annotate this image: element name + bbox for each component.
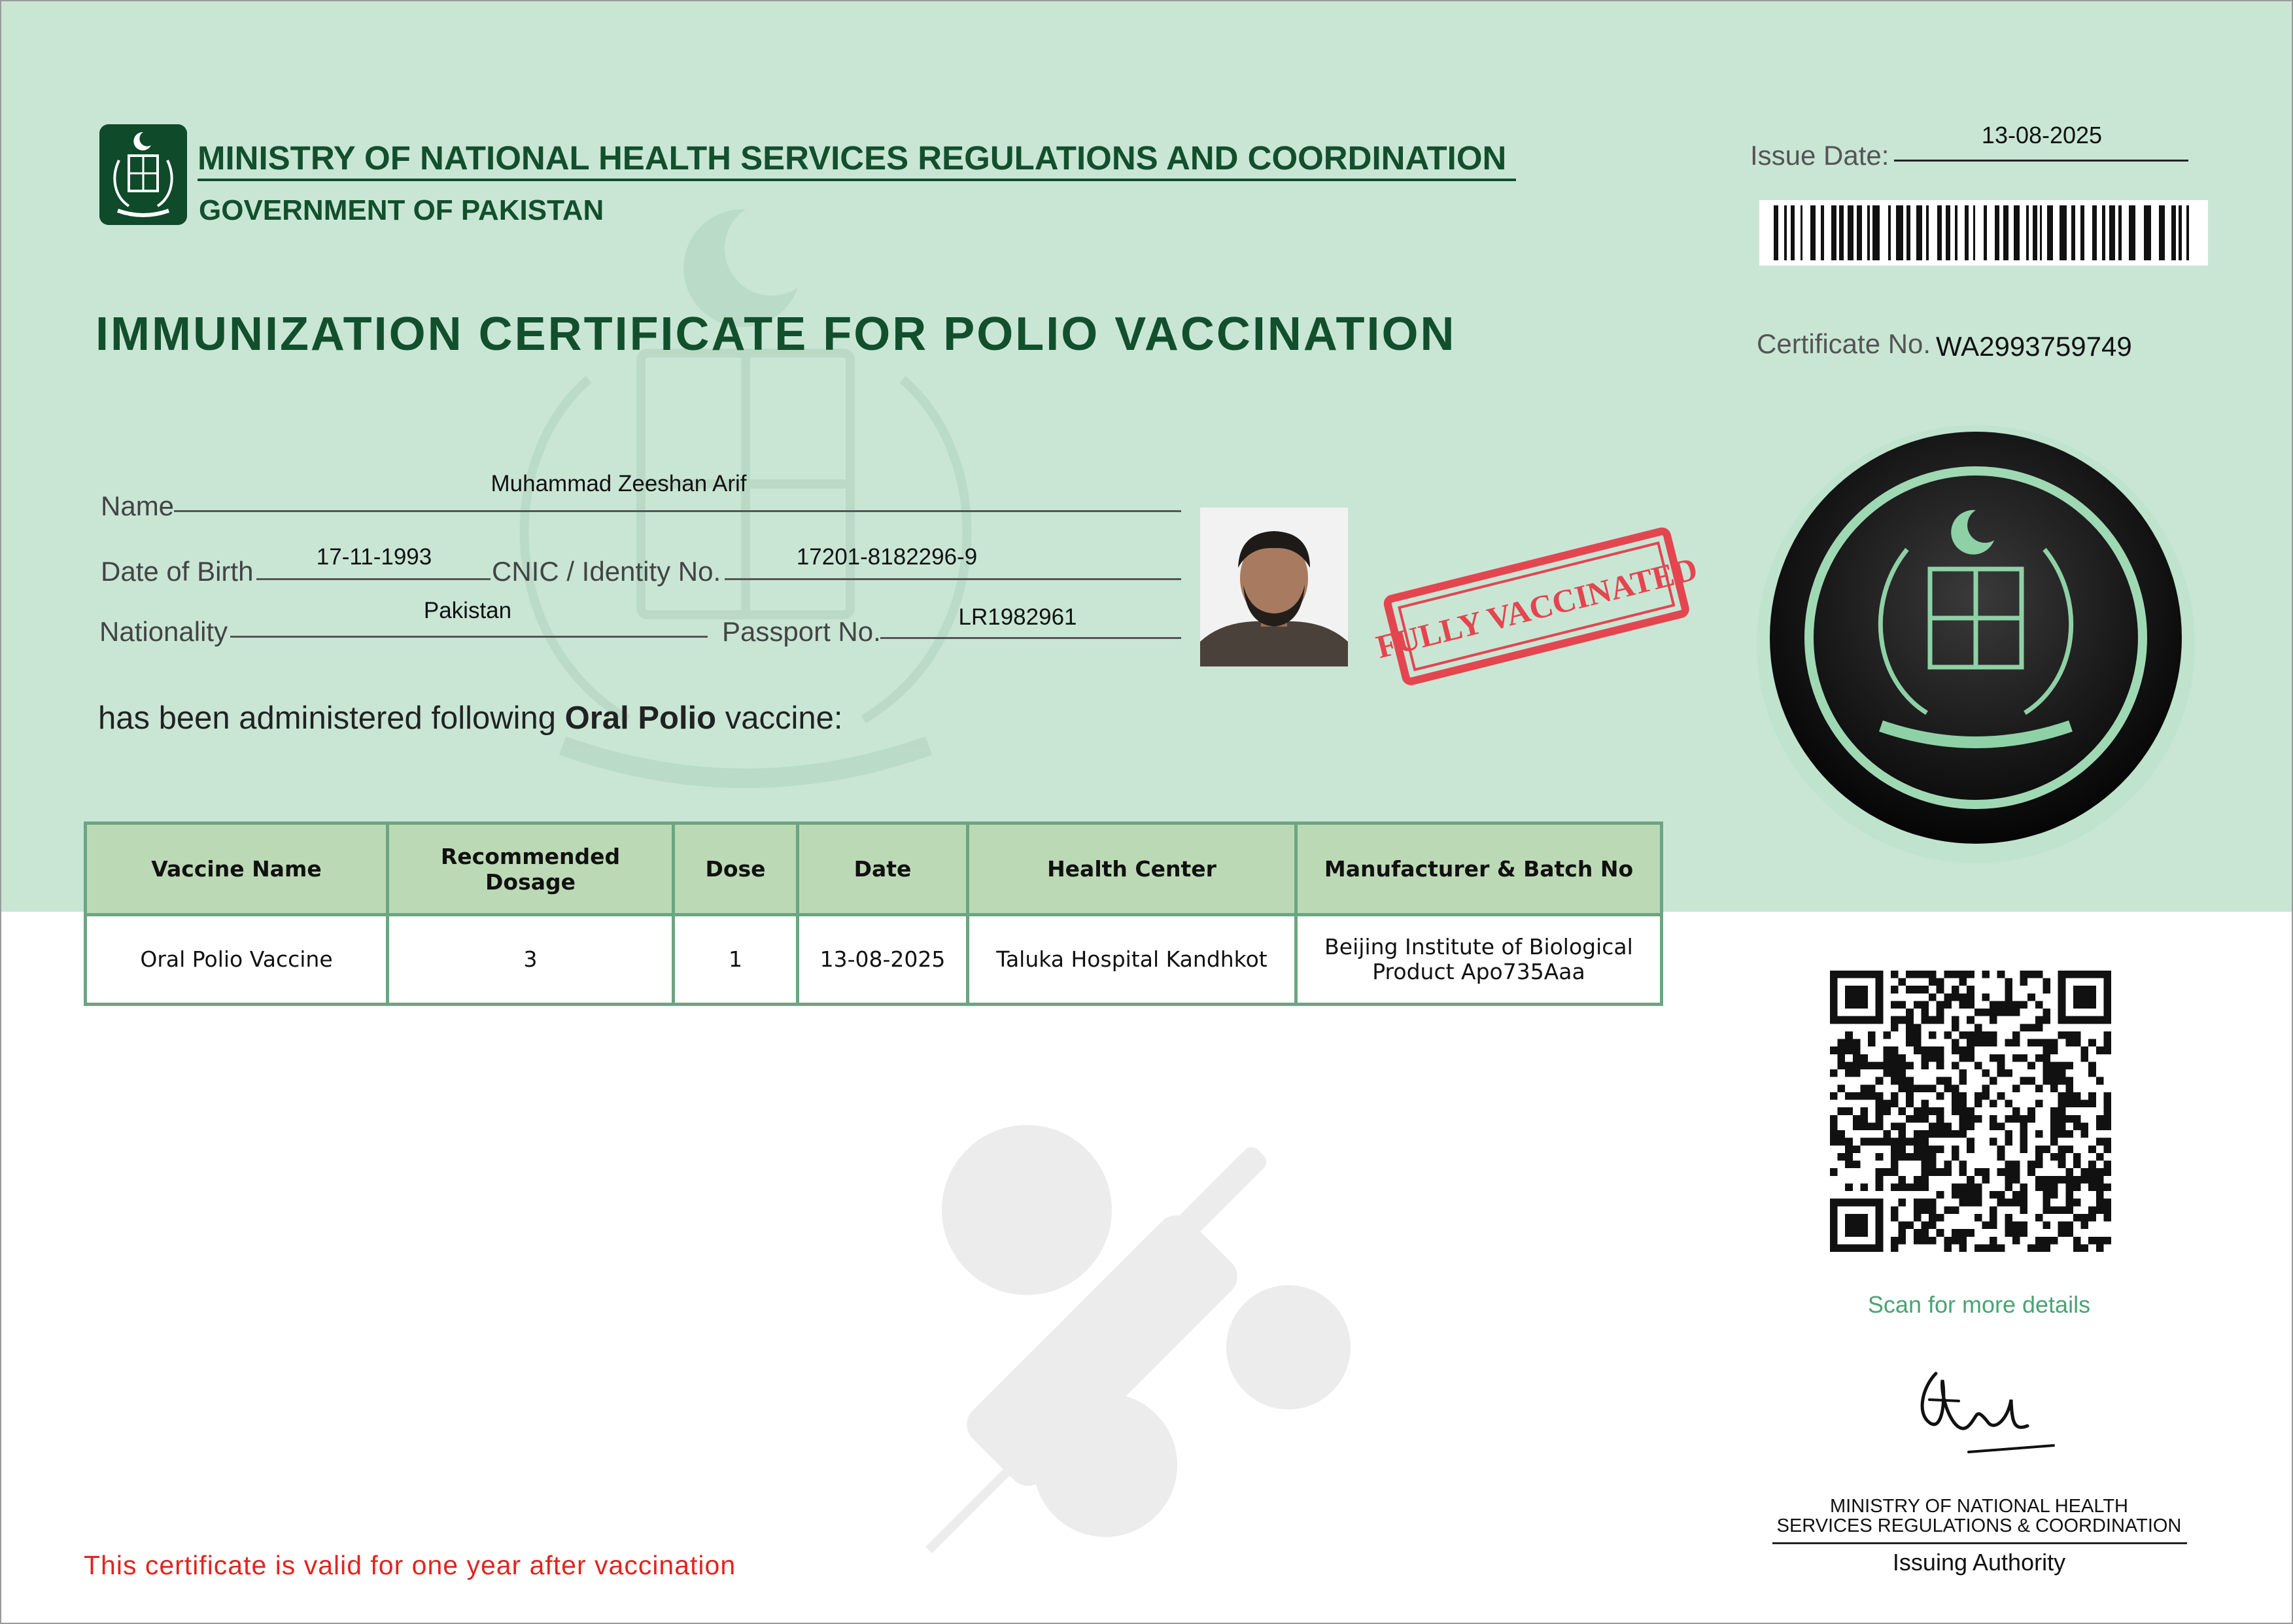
name-value: Muhammad Zeeshan Arif <box>491 471 747 496</box>
name-label: Name <box>101 491 175 521</box>
issuer-rule <box>1772 1542 2187 1544</box>
passport-underline <box>880 637 1181 639</box>
statement-prefix: has been administered following <box>98 700 565 736</box>
fully-vaccinated-stamp: FULLY VACCINATED <box>1373 527 1700 685</box>
dob-value: 17-11-1993 <box>316 544 432 570</box>
name-underline <box>174 510 1181 512</box>
ministry-title: MINISTRY OF NATIONAL HEALTH SERVICES REG… <box>198 139 1507 177</box>
qr-code-icon[interactable] <box>1825 971 2116 1252</box>
cell-health-center: Taluka Hospital Kandhkot <box>966 913 1298 1006</box>
pakistan-emblem-icon <box>99 124 187 225</box>
dob-underline <box>256 578 491 580</box>
government-title: GOVERNMENT OF PAKISTAN <box>199 194 604 226</box>
nationality-underline <box>230 636 708 638</box>
dob-label: Date of Birth <box>101 556 254 587</box>
government-seal-icon <box>1757 425 2195 863</box>
certificate-number-value: WA2993759749 <box>1936 331 2132 362</box>
certificate-title: IMMUNIZATION CERTIFICATE FOR POLIO VACCI… <box>95 308 1457 360</box>
issuer-line-1: MINISTRY OF NATIONAL HEALTH <box>1829 1496 2128 1517</box>
cnic-underline <box>725 578 1181 580</box>
issuing-authority-label: Issuing Authority <box>1892 1549 2066 1576</box>
vaccination-table: Vaccine Name Recommended Dosage Dose Dat… <box>84 821 1663 1006</box>
nationality-label: Nationality <box>99 616 228 647</box>
validity-note: This certificate is valid for one year a… <box>84 1550 736 1580</box>
header-health-center: Health Center <box>966 821 1298 916</box>
passport-value: LR1982961 <box>958 604 1077 630</box>
header-dose: Dose <box>672 821 799 916</box>
issuer-name: MINISTRY OF NATIONAL HEALTH SERVICES REGU… <box>1766 1496 2192 1536</box>
ministry-underline <box>198 179 1516 181</box>
header-manufacturer-batch: Manufacturer & Batch No <box>1294 821 1663 916</box>
table-row: Oral Polio Vaccine 3 1 13-08-2025 Taluka… <box>84 913 1663 1006</box>
cell-date: 13-08-2025 <box>796 913 969 1006</box>
table-header-row: Vaccine Name Recommended Dosage Dose Dat… <box>84 821 1663 916</box>
signature <box>1920 1372 2055 1453</box>
statement-vaccine: Oral Polio <box>564 700 717 736</box>
nationality-value: Pakistan <box>423 598 512 623</box>
header-vaccine-name: Vaccine Name <box>84 821 389 916</box>
scan-caption: Scan for more details <box>1867 1291 2091 1318</box>
administered-statement: has been administered following Oral Pol… <box>98 700 842 736</box>
barcode-icon <box>1759 200 2208 266</box>
statement-suffix: vaccine: <box>716 700 843 736</box>
cnic-value: 17201-8182296-9 <box>796 544 978 570</box>
issue-date-value: 13-08-2025 <box>1981 122 2103 148</box>
certificate-number-label: Certificate No. <box>1757 328 1931 359</box>
cell-manufacturer-batch: Beijing Institute of Biological Product … <box>1294 913 1663 1006</box>
header-recommended-dosage: Recommended Dosage <box>386 821 675 916</box>
cell-vaccine-name: Oral Polio Vaccine <box>84 913 389 1006</box>
issue-date-label: Issue Date: <box>1750 140 1889 171</box>
header-date: Date <box>796 821 969 916</box>
cell-dose: 1 <box>672 913 799 1006</box>
cnic-label: CNIC / Identity No. <box>492 556 721 587</box>
cell-recommended-dosage: 3 <box>386 913 675 1006</box>
issuer-line-2: SERVICES REGULATIONS & COORDINATION <box>1776 1515 2182 1537</box>
holder-photo <box>1200 508 1348 666</box>
issue-date-underline <box>1894 160 2188 162</box>
syringe-watermark-icon <box>925 1125 1351 1553</box>
passport-label: Passport No. <box>722 616 881 647</box>
